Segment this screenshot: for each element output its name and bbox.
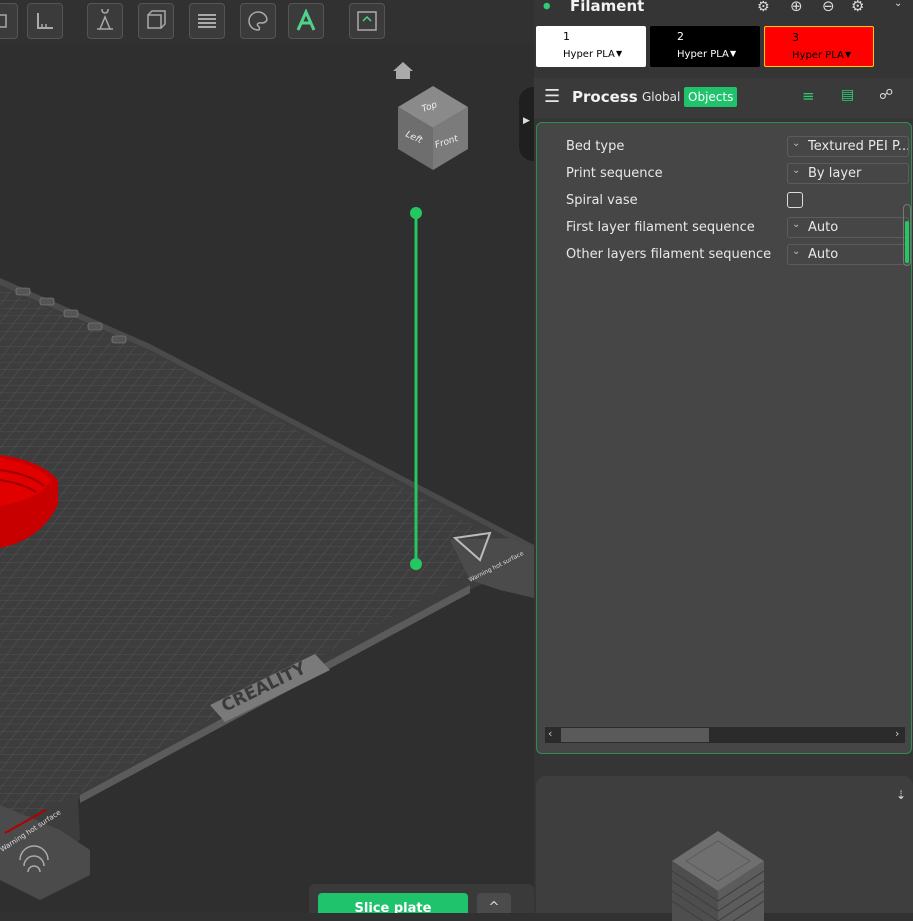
navigation-cube[interactable]: Top Left Front bbox=[398, 86, 468, 170]
ruler-icon[interactable] bbox=[27, 3, 63, 39]
spiral-vase-label: Spiral vase bbox=[566, 193, 638, 208]
bed-type-value: Textured PEI P... bbox=[808, 139, 908, 154]
dropdown-arrow-icon: ▼ bbox=[845, 50, 852, 59]
build-plate-scene[interactable]: CREALITY Warning hot surface Warning hot… bbox=[0, 44, 534, 913]
height-gizmo-bottom-handle[interactable] bbox=[410, 558, 422, 570]
first-layer-sequence-label: First layer filament sequence bbox=[566, 220, 755, 235]
process-title: Process bbox=[572, 88, 638, 106]
filament-title: Filament bbox=[570, 0, 645, 15]
other-layers-sequence-label: Other layers filament sequence bbox=[566, 247, 772, 262]
first-layer-sequence-select[interactable]: ⌄ Auto bbox=[787, 217, 909, 238]
process-sliders-icon: ☰ bbox=[544, 86, 561, 107]
horizontal-scrollbar-thumb[interactable] bbox=[561, 728, 709, 742]
print-sequence-select[interactable]: ⌄ By layer bbox=[787, 163, 909, 184]
vertical-scrollbar[interactable] bbox=[903, 204, 911, 266]
home-view-icon[interactable] bbox=[393, 62, 413, 79]
spiral-vase-checkbox[interactable] bbox=[787, 192, 803, 208]
object-settings-list: Bed type ⌄ Textured PEI P... Print seque… bbox=[536, 122, 912, 754]
vertical-scrollbar-thumb[interactable] bbox=[905, 221, 909, 263]
filament-settings-gear-icon[interactable]: ⚙ bbox=[851, 0, 864, 14]
collapse-preview-icon[interactable]: ⇣ bbox=[896, 788, 906, 802]
height-gizmo-top-handle[interactable] bbox=[410, 207, 422, 219]
share-icon[interactable]: ☍ bbox=[879, 87, 893, 103]
filament-slot-number: 3 bbox=[792, 31, 799, 44]
plate-preview-card: ⇣ bbox=[536, 776, 913, 921]
chevron-down-icon: ⌄ bbox=[792, 138, 801, 149]
scroll-right-icon[interactable]: › bbox=[895, 727, 899, 740]
filament-slot-number: 2 bbox=[677, 30, 684, 43]
preview-cube-thumbnail[interactable] bbox=[660, 831, 790, 921]
bed-type-label: Bed type bbox=[566, 139, 625, 154]
chevron-down-icon: ⌄ bbox=[792, 219, 801, 230]
tab-global[interactable]: Global bbox=[642, 90, 680, 104]
3d-viewport[interactable]: CREALITY Warning hot surface Warning hot… bbox=[0, 0, 534, 913]
support-paint-icon[interactable] bbox=[87, 3, 123, 39]
dropdown-arrow-icon: ▼ bbox=[616, 49, 623, 58]
assembly-icon[interactable] bbox=[349, 3, 385, 39]
chevron-down-icon: ⌄ bbox=[792, 165, 801, 176]
filament-slot-1[interactable]: 1 Hyper PLA ▼ bbox=[536, 26, 646, 67]
process-header: ☰ Process Global Objects ≡ ▤ ☍ bbox=[534, 78, 913, 118]
scroll-left-icon[interactable]: ‹ bbox=[548, 727, 552, 740]
dropdown-arrow-icon: ▼ bbox=[730, 49, 737, 58]
layers-icon[interactable] bbox=[189, 3, 225, 39]
bed-type-select[interactable]: ⌄ Textured PEI P... bbox=[787, 136, 909, 157]
print-sequence-label: Print sequence bbox=[566, 166, 663, 181]
tab-objects[interactable]: Objects bbox=[684, 87, 738, 107]
notes-icon[interactable]: ▤ bbox=[841, 87, 854, 103]
horizontal-scrollbar[interactable]: ‹ › bbox=[545, 727, 905, 743]
filament-slot-2[interactable]: 2 Hyper PLA ▼ bbox=[650, 26, 760, 67]
filament-spool-icon: ⦁ bbox=[543, 0, 551, 14]
compare-settings-icon[interactable]: ≡ bbox=[802, 87, 815, 105]
filament-slot-name: Hyper PLA bbox=[677, 49, 729, 60]
first-layer-sequence-value: Auto bbox=[808, 220, 839, 235]
filament-slot-number: 1 bbox=[563, 30, 570, 43]
sync-filament-icon[interactable]: ⚙ bbox=[757, 0, 770, 14]
filament-slot-3[interactable]: 3 Hyper PLA ▼ bbox=[764, 26, 874, 67]
slice-plate-button[interactable]: Slice plate bbox=[318, 893, 468, 913]
cube-icon[interactable] bbox=[0, 3, 18, 39]
expand-slice-options-button[interactable]: ^ bbox=[477, 893, 511, 913]
filament-slot-name: Hyper PLA bbox=[563, 49, 615, 60]
top-toolbar bbox=[0, 0, 534, 44]
chevron-right-icon: ▶ bbox=[523, 116, 530, 126]
settings-panel: ⦁ Filament ⚙ ⊕ ⊖ ⚙ ⌄ 1 Hyper PLA ▼ 2 Hyp… bbox=[534, 0, 913, 921]
filament-header: ⦁ Filament ⚙ ⊕ ⊖ ⚙ ⌄ bbox=[534, 0, 913, 22]
collapse-panel-tab[interactable]: ▶ bbox=[519, 87, 534, 161]
cut-icon[interactable] bbox=[138, 3, 174, 39]
collapse-chevron-icon[interactable]: ⌄ bbox=[894, 0, 902, 11]
build-plate-grid bbox=[0, 288, 510, 830]
print-sequence-value: By layer bbox=[808, 166, 862, 181]
color-paint-icon[interactable] bbox=[240, 3, 276, 39]
chevron-down-icon: ⌄ bbox=[792, 246, 801, 257]
remove-filament-icon[interactable]: ⊖ bbox=[822, 0, 835, 14]
filament-slot-name: Hyper PLA bbox=[792, 50, 844, 61]
other-layers-sequence-select[interactable]: ⌄ Auto bbox=[787, 244, 909, 265]
add-filament-icon[interactable]: ⊕ bbox=[790, 0, 803, 14]
text-icon[interactable] bbox=[288, 3, 324, 39]
other-layers-sequence-value: Auto bbox=[808, 247, 839, 262]
